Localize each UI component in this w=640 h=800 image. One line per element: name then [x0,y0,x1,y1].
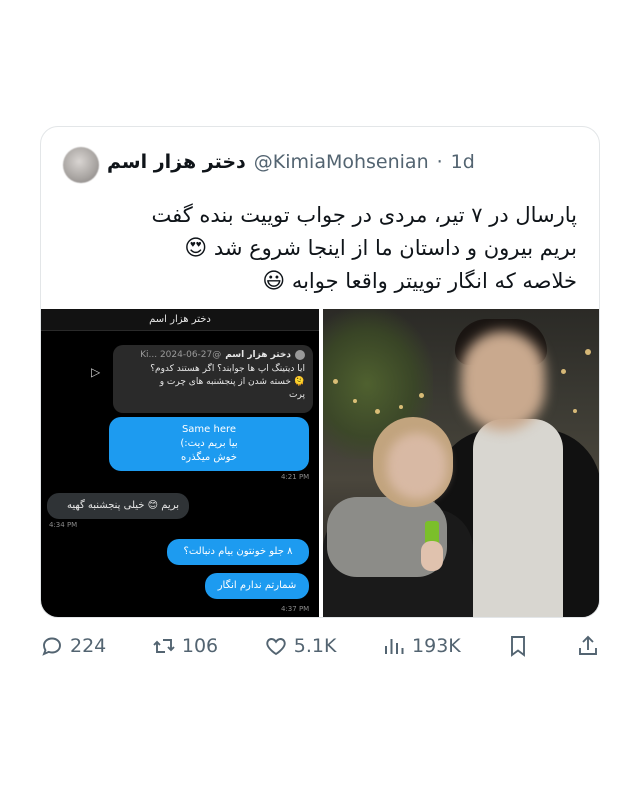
bookmark-button[interactable] [506,634,530,658]
share-icon [579,635,597,655]
views-icon [385,639,404,654]
dm-share-icon: ▷ [91,365,101,379]
light-bulb [573,409,577,413]
light-bulb [375,409,380,414]
tweet-card[interactable]: دختر هزار اسم @KimiaMohsenian · 1d پارسا… [40,126,600,618]
dm-bubble-out-3: شمارتم ندارم انگار [205,573,309,599]
like-button[interactable]: 5.1K [264,634,337,658]
media-couple-photo[interactable] [323,309,599,617]
quote-name: دختر هزار اسم [225,350,291,360]
like-icon [266,638,286,656]
media-dm-screenshot[interactable]: دختر هزار اسم ▷ دختر هزار اسم @Ki... 202… [41,309,319,617]
dm-time-3: 4:37 PM [281,605,310,613]
light-bulb [333,379,338,384]
dm-bubble-in-1: بریم 😊 خیلی پنجشنبه گهیه [47,493,189,519]
handle[interactable]: @KimiaMohsenian [254,151,429,173]
quote-line-1: ایا دیتینگ اپ ها جوابند؟ اگر هستند کدوم؟ [150,364,305,374]
light-bulb [561,369,566,374]
dm-time-2: 4:34 PM [49,521,78,529]
tweet-text: پارسال در ۷ تیر، مردی در جواب توییت بنده… [57,199,577,298]
avatar[interactable] [63,147,99,183]
author-line: دختر هزار اسم @KimiaMohsenian · 1d [107,151,475,173]
quote-line-3: پرت [289,390,305,400]
light-bulb [585,349,591,355]
light-bulb [353,399,357,403]
quote-handle: @Ki... 2024-06-27 [140,350,222,360]
share-button[interactable] [576,634,600,658]
dm-quoted-tweet: دختر هزار اسم @Ki... 2024-06-27 ایا دیتی… [113,345,313,413]
reply-count: 224 [70,635,107,657]
light-bulb [399,405,403,409]
display-name[interactable]: دختر هزار اسم [107,151,246,173]
man-sweater [473,419,563,617]
retweet-count: 106 [181,635,219,657]
views-count: 193K [412,635,461,657]
man-blurred-face [461,331,545,431]
heart-eyes-emoji: 😍 [184,236,208,261]
like-count: 5.1K [293,635,337,657]
dm-bubble-out-2: ۸ جلو خونتون بیام دنبالت؟ [167,539,309,565]
reply-button[interactable]: 224 [40,634,106,658]
action-bar: 224 106 5.1K 193K [40,628,600,664]
reply-icon [42,637,61,656]
woman-blurred-face [387,433,447,499]
views-button[interactable]: 193K [382,634,461,658]
light-bulb [419,393,424,398]
dm-bubble-out-1: Same here بیا بریم دیت:) خوش میگذره [109,417,309,471]
hand [421,541,443,571]
tweet-line-3: خلاصه که انگار توییتر واقعا جوابه 😃 [262,269,577,294]
smile-emoji: 😃 [262,269,286,294]
retweet-button[interactable]: 106 [152,634,218,658]
dm-time-1: 4:21 PM [281,473,310,481]
quote-avatar [295,350,305,360]
retweet-icon [153,639,175,653]
tweet-line-1: پارسال در ۷ تیر، مردی در جواب توییت بنده… [151,203,577,227]
dm-header: دختر هزار اسم [41,309,319,331]
tweet-line-2: بریم بیرون و داستان ما از اینجا شروع شد … [184,236,577,261]
bookmark-icon [511,636,526,657]
quote-line-2: 🫠 خسته شدن از پنجشنبه های چرت و [159,377,305,387]
timestamp[interactable]: 1d [451,151,475,173]
separator-dot: · [436,151,443,173]
